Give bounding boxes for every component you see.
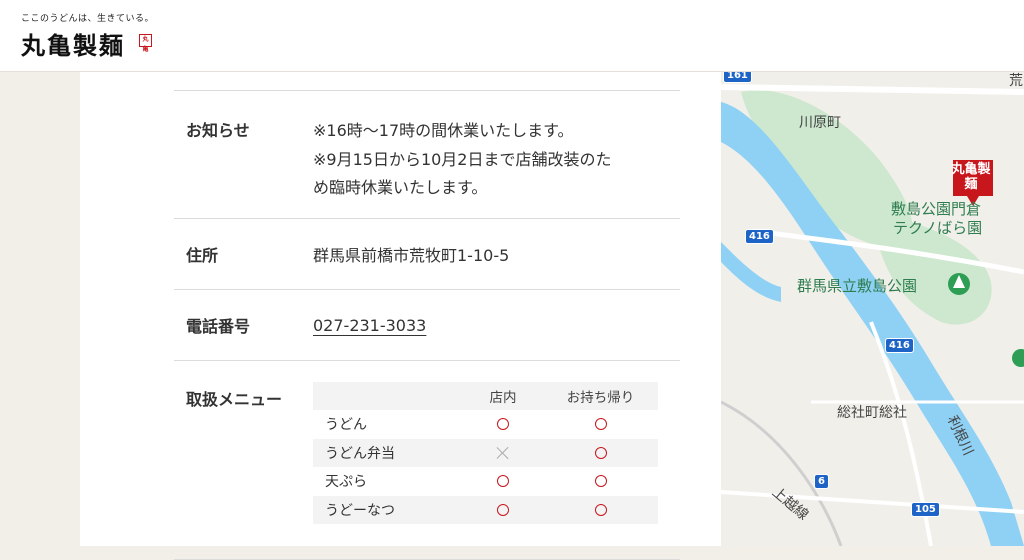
map-canvas	[721, 84, 1024, 546]
map-label-sojamachi: 総社町総社	[837, 405, 907, 421]
menu-col-header-dine-in: 店内	[463, 382, 543, 410]
menu-col-header-takeout: お持ち帰り	[543, 382, 658, 410]
menu-row-item: うどん	[313, 410, 658, 439]
available-circle-icon	[594, 418, 607, 431]
takeout-availability	[543, 495, 658, 524]
takeout-availability	[543, 467, 658, 496]
unavailable-cross-icon	[496, 446, 510, 460]
site-header: ここのうどんは、生きている。 丸亀製麺 丸亀	[0, 0, 1024, 72]
river-branch	[721, 242, 781, 302]
notice-line: ※16時〜17時の間休業いたします。	[313, 121, 574, 140]
takeout-availability	[543, 410, 658, 439]
notice-row: お知らせ ※16時〜17時の間休業いたします。 ※9月15日から10月2日まで店…	[174, 90, 680, 218]
notice-text: ※16時〜17時の間休業いたします。 ※9月15日から10月2日まで店舗改装のた…	[313, 91, 680, 218]
menu-col-header	[313, 382, 463, 410]
route-shield: 161	[723, 72, 752, 83]
address-row: 住所 群馬県前橋市荒牧町1-10-5	[174, 218, 680, 289]
menu-row-item: うどーなつ	[313, 495, 658, 524]
store-info-table: お知らせ ※16時〜17時の間休業いたします。 ※9月15日から10月2日まで店…	[174, 90, 680, 560]
place-icon	[1012, 349, 1024, 367]
store-info-panel: お知らせ ※16時〜17時の間休業いたします。 ※9月15日から10月2日まで店…	[80, 72, 721, 560]
menu-availability-table: 店内 お持ち帰り うどん うどん弁当 天ぷら うどーなつ	[313, 382, 658, 524]
map-label-shikishima-park: 敷島公園門倉	[891, 200, 982, 218]
brand-logo[interactable]: 丸亀製麺	[21, 26, 125, 61]
logo-seal-icon: 丸亀	[139, 34, 152, 53]
menu-item-name: うどーなつ	[313, 495, 463, 524]
phone-label: 電話番号	[186, 317, 251, 336]
menu-row-item: うどん弁当	[313, 438, 658, 467]
address-label: 住所	[186, 246, 219, 265]
menu-row-item: 天ぷら	[313, 467, 658, 496]
route-shield: 416	[745, 229, 774, 244]
left-margin	[0, 72, 80, 546]
map-label-techno-rose: テクノばら園	[893, 219, 983, 237]
available-circle-icon	[497, 475, 509, 488]
brand-tagline: ここのうどんは、生きている。	[21, 14, 155, 24]
available-circle-icon	[594, 446, 607, 459]
route-shield: 416	[885, 338, 914, 353]
map-label-kawaharacho: 川原町	[799, 115, 841, 131]
route-shield: 6	[814, 474, 829, 489]
notice-line: ※9月15日から10月2日まで店舗改装のた	[313, 149, 612, 169]
dine-in-availability	[463, 467, 543, 496]
phone-link[interactable]: 027-231-3033	[313, 316, 426, 335]
notice-label: お知らせ	[186, 121, 250, 140]
dine-in-availability	[463, 438, 543, 467]
notice-line: め臨時休業いたします。	[313, 178, 488, 197]
map-label-gunma-park: 群馬県立敷島公園	[797, 277, 918, 295]
dine-in-availability	[463, 410, 543, 439]
dine-in-availability	[463, 495, 543, 524]
route-shield: 105	[911, 502, 940, 517]
menu-item-name: 天ぷら	[313, 467, 463, 496]
phone-row: 電話番号 027-231-3033	[174, 289, 680, 360]
address-value: 群馬県前橋市荒牧町1-10-5	[313, 246, 510, 265]
store-marker-label[interactable]: 丸亀製麺	[949, 162, 993, 192]
menu-row: 取扱メニュー 店内 お持ち帰り うどん うどん弁当 天ぷら うどーなつ	[174, 360, 680, 560]
menu-item-name: うどん弁当	[313, 438, 463, 467]
map-label-ara: 荒	[1009, 73, 1023, 89]
available-circle-icon	[594, 475, 607, 488]
available-circle-icon	[497, 418, 509, 431]
available-circle-icon	[497, 503, 509, 516]
menu-label: 取扱メニュー	[186, 390, 283, 409]
takeout-availability	[543, 438, 658, 467]
available-circle-icon	[594, 503, 607, 516]
store-map[interactable]: 丸亀製麺 川原町 敷島公園門倉 テクノばら園 群馬県立敷島公園 総社町総社 利根…	[721, 72, 1024, 546]
menu-item-name: うどん	[313, 410, 463, 439]
